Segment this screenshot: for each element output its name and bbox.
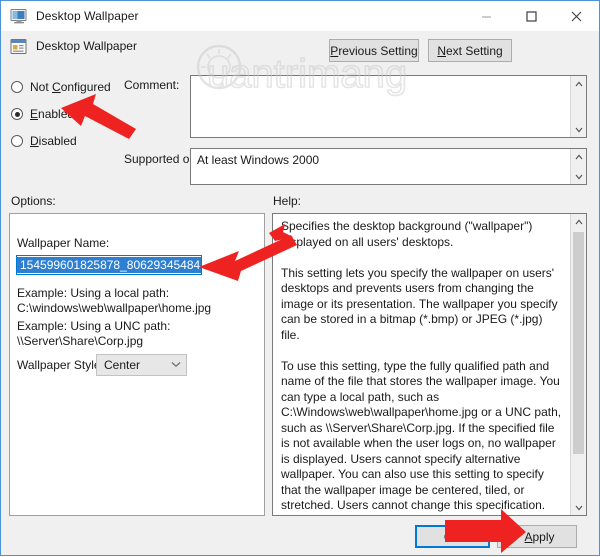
comment-scrollbar[interactable] [570, 76, 586, 137]
wallpaper-name-label: Wallpaper Name: [17, 236, 110, 250]
radio-label-enabled: Enabled [30, 107, 75, 121]
radio-circle-disabled [11, 135, 23, 147]
comment-scroll-up-icon[interactable] [571, 76, 586, 91]
monitor-wallpaper-icon [10, 7, 28, 25]
ok-button[interactable]: OK [415, 525, 490, 548]
radio-not-configured[interactable]: Not Configured [11, 80, 111, 94]
maximize-button[interactable] [509, 1, 554, 31]
help-scroll-up-icon[interactable] [571, 214, 586, 229]
comment-field[interactable] [190, 75, 587, 138]
apply-button[interactable]: Apply [502, 525, 577, 548]
window-title: Desktop Wallpaper [36, 9, 139, 23]
radio-enabled[interactable]: Enabled [11, 107, 74, 121]
help-panel: Specifies the desktop background ("wallp… [272, 213, 587, 516]
comment-scroll-down-icon[interactable] [571, 122, 586, 137]
help-scrollbar-thumb[interactable] [573, 232, 584, 454]
setting-header-title: Desktop Wallpaper [36, 39, 137, 53]
previous-setting-button[interactable]: Previous Setting [329, 39, 419, 62]
minimize-button[interactable] [464, 1, 509, 31]
close-button[interactable] [554, 1, 599, 31]
supported-on-scrollbar[interactable] [570, 149, 586, 184]
comment-value [191, 76, 570, 84]
radio-label-not-configured: Not Configured [30, 80, 111, 94]
radio-circle-enabled [11, 108, 23, 120]
wallpaper-style-label: Wallpaper Style: [17, 358, 104, 372]
radio-label-disabled: Disabled [30, 134, 77, 148]
supported-scroll-up-icon[interactable] [571, 149, 586, 164]
wallpaper-style-value: Center [104, 358, 141, 372]
wallpaper-style-dropdown[interactable]: Center [96, 354, 187, 376]
radio-circle-not-configured [11, 81, 23, 93]
ok-label: OK [443, 529, 462, 544]
group-policy-setting-dialog: Desktop Wallpaper Desktop Wallpaper Prev… [0, 0, 600, 556]
wallpaper-name-input[interactable]: 154599601825878_806293454841707540_c [16, 255, 202, 275]
supported-on-field[interactable]: At least Windows 2000 [190, 148, 587, 185]
radio-disabled[interactable]: Disabled [11, 134, 77, 148]
comment-label: Comment: [124, 78, 180, 92]
help-text: Specifies the desktop background ("wallp… [281, 219, 562, 512]
supported-scroll-down-icon[interactable] [571, 169, 586, 184]
window-controls [464, 1, 599, 31]
options-section-label: Options: [11, 194, 56, 208]
help-section-label: Help: [273, 194, 302, 208]
supported-on-label: Supported on: [124, 152, 200, 166]
example-local-path: Example: Using a local path: C:\windows\… [17, 286, 212, 315]
supported-on-value: At least Windows 2000 [197, 153, 320, 167]
chevron-down-icon [166, 360, 186, 370]
next-setting-button[interactable]: Next Setting [428, 39, 512, 62]
policy-setting-icon [10, 38, 27, 55]
help-scrollbar[interactable] [570, 214, 586, 515]
help-scroll-down-icon[interactable] [571, 500, 586, 515]
wallpaper-name-value: 154599601825878_806293454841707540_c [17, 257, 201, 273]
title-bar: Desktop Wallpaper [1, 1, 599, 31]
example-unc-path: Example: Using a UNC path: \\Server\Shar… [17, 319, 171, 348]
